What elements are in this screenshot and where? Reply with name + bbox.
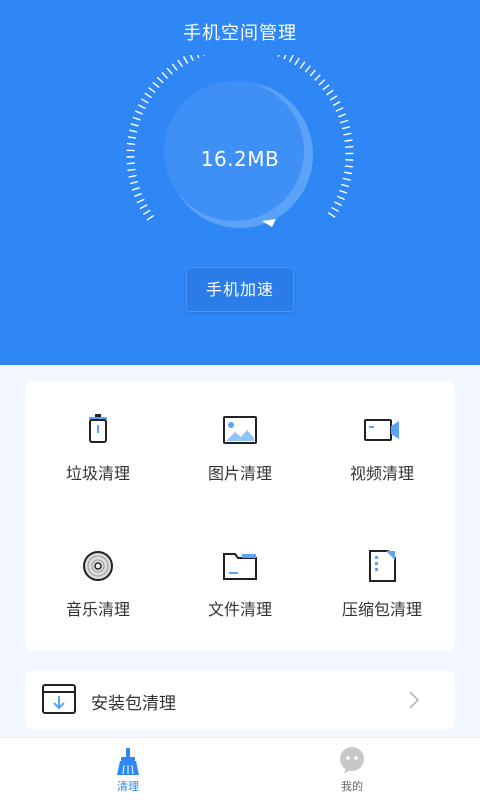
gauge-tick bbox=[148, 87, 156, 93]
gauge-tick bbox=[143, 209, 151, 215]
gauge-tick bbox=[322, 84, 330, 91]
gauge-tick bbox=[341, 126, 351, 130]
gauge-tick bbox=[156, 76, 164, 84]
tab-mine[interactable]: 我的 bbox=[312, 746, 392, 794]
gauge-tick bbox=[161, 72, 168, 79]
music-clean-label: 音乐清理 bbox=[65, 600, 130, 619]
gauge-tick bbox=[171, 63, 178, 71]
bottom-tab-bar: 清理 我的 bbox=[0, 737, 480, 800]
tab-mine-label: 我的 bbox=[341, 780, 363, 793]
apk-download-icon bbox=[42, 684, 76, 714]
gauge-tick bbox=[196, 55, 200, 59]
cleanup-categories-card: 垃圾清理 图片清理 视频清理 音乐清理 文件清理 压缩包清理 bbox=[26, 381, 454, 651]
gauge-tick bbox=[326, 89, 334, 96]
gauge-tick bbox=[336, 195, 345, 200]
gauge-tick bbox=[304, 65, 311, 73]
gauge-tick bbox=[327, 212, 336, 218]
gauge-tick bbox=[294, 57, 300, 66]
gauge-tick bbox=[343, 132, 352, 136]
gauge-tick bbox=[134, 192, 142, 197]
gauge-tick bbox=[335, 107, 344, 112]
gauge-tick bbox=[289, 55, 294, 63]
tab-clean-label: 清理 bbox=[117, 780, 139, 793]
gauge-tick bbox=[332, 101, 341, 106]
gauge-tick bbox=[341, 183, 350, 188]
gauge-tick bbox=[334, 201, 342, 206]
page-title: 手机空间管理 bbox=[183, 23, 297, 44]
gauge-tick bbox=[177, 59, 183, 68]
image-icon bbox=[223, 416, 257, 444]
gauge-tick bbox=[135, 110, 143, 115]
gauge-tick bbox=[331, 206, 339, 212]
gauge-tick bbox=[130, 123, 139, 127]
gauge-tick bbox=[309, 69, 316, 77]
gauge-tick bbox=[132, 116, 141, 121]
gauge-tick bbox=[338, 113, 347, 118]
gauge-tick bbox=[318, 79, 326, 86]
video-clean-label: 视频清理 bbox=[349, 464, 414, 483]
gauge-tick bbox=[141, 98, 149, 104]
gauge-tick bbox=[144, 92, 152, 98]
gauge-tick bbox=[128, 174, 137, 178]
gauge-tick bbox=[183, 56, 189, 64]
gauge-tick bbox=[139, 204, 148, 210]
gauge-tick bbox=[146, 215, 154, 221]
file-clean-item[interactable]: 文件清理 bbox=[170, 550, 310, 620]
gauge-tick bbox=[339, 189, 348, 194]
file-clean-label: 文件清理 bbox=[207, 600, 272, 619]
junk-clean-item[interactable]: 垃圾清理 bbox=[28, 414, 168, 484]
gauge-tick bbox=[283, 55, 287, 60]
gauge-tick bbox=[299, 61, 306, 69]
chevron-right-icon bbox=[409, 691, 420, 709]
trash-icon bbox=[89, 414, 107, 443]
video-icon bbox=[364, 419, 399, 441]
gauge-tick bbox=[342, 177, 351, 181]
storage-size: 16.2MB bbox=[200, 147, 280, 171]
music-disc-icon bbox=[83, 551, 113, 581]
gauge-tick bbox=[152, 82, 160, 88]
gauge-tick bbox=[189, 55, 194, 61]
gauge-tick bbox=[127, 136, 137, 139]
broom-icon bbox=[117, 748, 139, 775]
gauge-tick bbox=[329, 95, 338, 101]
tab-clean[interactable]: 清理 bbox=[88, 746, 168, 794]
junk-clean-label: 垃圾清理 bbox=[65, 464, 130, 483]
apk-clean-label: 安装包清理 bbox=[91, 694, 176, 714]
zip-clean-item[interactable]: 压缩包清理 bbox=[312, 550, 452, 620]
phone-boost-button[interactable]: 手机加速 bbox=[186, 267, 294, 312]
image-clean-item[interactable]: 图片清理 bbox=[170, 414, 310, 484]
gauge-tick bbox=[340, 119, 349, 124]
zip-clean-label: 压缩包清理 bbox=[341, 600, 422, 619]
image-clean-label: 图片清理 bbox=[207, 464, 272, 483]
gauge-tick bbox=[166, 67, 173, 75]
gauge-tick bbox=[344, 139, 353, 142]
gauge-tick bbox=[129, 129, 138, 133]
zip-file-icon bbox=[369, 550, 396, 582]
gauge-tick bbox=[129, 180, 139, 185]
apk-clean-row[interactable]: 安装包清理 bbox=[26, 671, 454, 729]
gauge-tick bbox=[137, 104, 146, 109]
gauge-tick bbox=[136, 198, 145, 204]
music-clean-item[interactable]: 音乐清理 bbox=[28, 550, 168, 620]
gauge-tick bbox=[277, 55, 280, 57]
gauge-tick bbox=[126, 142, 136, 146]
profile-icon bbox=[340, 747, 364, 774]
gauge-tick bbox=[131, 187, 140, 191]
gauge-tick bbox=[314, 74, 321, 81]
hero-panel: 手机空间管理 16.2MB 手机加速 bbox=[0, 0, 480, 365]
video-clean-item[interactable]: 视频清理 bbox=[312, 414, 452, 484]
folder-icon bbox=[223, 553, 257, 580]
gauge-tick bbox=[343, 171, 353, 175]
